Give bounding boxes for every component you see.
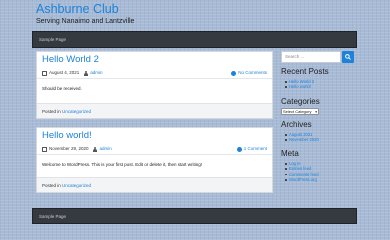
category-link[interactable]: Uncategorized	[62, 183, 91, 188]
meta-heading: Meta	[281, 149, 299, 158]
archives-heading: Archives	[281, 120, 312, 129]
site-description: Serving Nanaimo and Lantzville	[36, 18, 135, 25]
category-select-value: Select Category	[283, 109, 312, 114]
meta-link-wordpress[interactable]: WordPress.org	[281, 177, 319, 182]
footer-navigation: Sample Page	[32, 208, 357, 224]
meta-list: Log in Entries feed Comments feed WordPr…	[281, 161, 319, 183]
posted-in-label: Posted in	[42, 109, 61, 114]
search-icon	[345, 54, 351, 60]
comment-icon	[236, 146, 242, 152]
post-content: Should be received.	[42, 86, 82, 91]
chevron-down-icon: ▾	[315, 110, 317, 114]
recent-posts-list: Hello World 2 Hello world!	[281, 79, 314, 90]
recent-post-link[interactable]: Hello world!	[281, 84, 314, 89]
post-card: Hello world! November 29, 2020 admin 1 C…	[36, 127, 273, 193]
post-meta: August 4, 2021 admin	[42, 70, 103, 76]
archive-link[interactable]: November 2020	[281, 137, 319, 142]
post-card: Hello World 2 August 4, 2021 admin No Co…	[36, 51, 273, 119]
search-button[interactable]	[342, 51, 354, 63]
post-footer: Posted in Uncategorized	[37, 103, 272, 118]
post-categories: Posted in Uncategorized	[42, 183, 91, 189]
main-navigation: Sample Page	[32, 31, 357, 48]
archives-list: August 2021 November 2020	[281, 132, 319, 143]
post-title[interactable]: Hello world!	[42, 130, 92, 142]
category-select[interactable]: Select Category ▾	[281, 108, 319, 115]
site-title[interactable]: Ashburne Club	[36, 2, 119, 17]
post-footer: Posted in Uncategorized	[37, 177, 272, 192]
recent-posts-heading: Recent Posts	[281, 67, 329, 76]
calendar-icon	[42, 146, 47, 152]
user-icon	[83, 70, 88, 76]
post-comments-link[interactable]: 1 Comment	[236, 146, 267, 152]
user-icon	[93, 146, 98, 152]
post-categories: Posted in Uncategorized	[42, 109, 91, 115]
post-author[interactable]: admin	[90, 70, 102, 76]
categories-heading: Categories	[281, 97, 320, 106]
post-divider	[37, 78, 272, 79]
post-date[interactable]: November 29, 2020	[49, 146, 89, 152]
post-date[interactable]: August 4, 2021	[49, 70, 79, 76]
calendar-icon	[42, 70, 47, 76]
post-title[interactable]: Hello World 2	[42, 54, 99, 66]
post-comments-link[interactable]: No Comments	[231, 70, 267, 76]
comments-label[interactable]: 1 Comment	[244, 146, 267, 152]
post-meta: November 29, 2020 admin	[42, 146, 112, 152]
post-content: Welcome to WordPress. This is your first…	[42, 162, 203, 167]
category-link[interactable]: Uncategorized	[62, 109, 91, 114]
search-input[interactable]: Search ...	[281, 51, 341, 63]
post-author[interactable]: admin	[100, 146, 112, 152]
nav-link-sample-page[interactable]: Sample Page	[39, 37, 66, 43]
comments-label[interactable]: No Comments	[238, 70, 267, 76]
post-divider	[37, 154, 272, 155]
posted-in-label: Posted in	[42, 183, 61, 188]
comment-icon	[231, 70, 237, 76]
footer-link-sample-page[interactable]: Sample Page	[39, 214, 66, 220]
